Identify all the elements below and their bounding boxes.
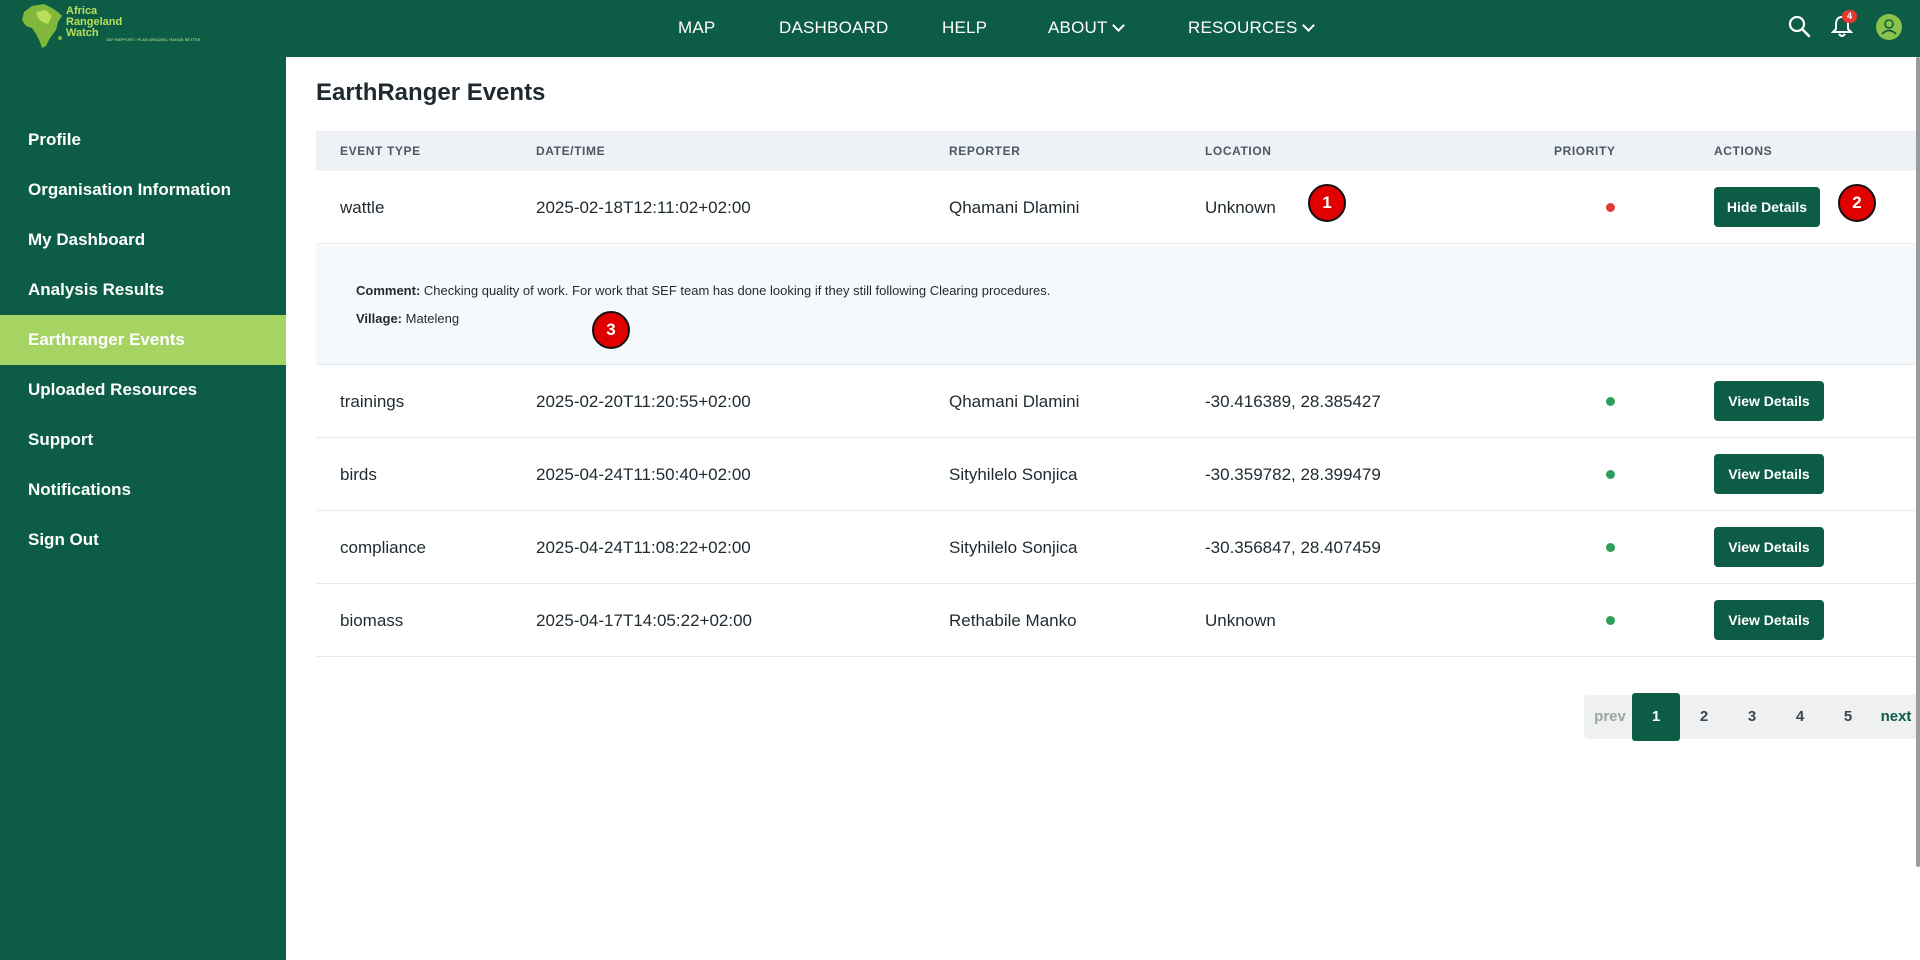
nav-about-label: ABOUT: [1048, 18, 1108, 37]
cell-reporter: Sityhilelo Sonjica: [949, 465, 1078, 484]
detail-comment: Comment: Checking quality of work. For w…: [356, 283, 1050, 298]
main-content: EarthRanger Events EVENT TYPE DATE/TIME …: [286, 57, 1920, 960]
sidebar-item-analysis-results[interactable]: Analysis Results: [0, 265, 286, 315]
notification-count-badge: 4: [1842, 10, 1857, 23]
cell-location: -30.359782, 28.399479: [1205, 465, 1381, 484]
cell-event-type: wattle: [340, 198, 385, 217]
search-icon[interactable]: [1787, 14, 1811, 43]
column-header-actions: ACTIONS: [1714, 144, 1773, 158]
chevron-down-icon: [1301, 19, 1315, 32]
top-navbar: Africa Rangeland Watch SEF RAPPORT / PLA…: [0, 0, 1920, 57]
table-row: birds 2025-04-24T11:50:40+02:00 Sityhile…: [316, 438, 1920, 511]
cell-datetime: 2025-04-24T11:08:22+02:00: [536, 538, 751, 557]
priority-dot: [1606, 203, 1615, 212]
nav-resources[interactable]: RESOURCES: [1188, 18, 1315, 38]
hide-details-button[interactable]: Hide Details: [1714, 187, 1820, 227]
cell-location: -30.356847, 28.407459: [1205, 538, 1381, 557]
column-header-location: LOCATION: [1205, 144, 1272, 158]
brand-tagline: SEF RAPPORT / PLAN GRAZING, RANGE BETTER: [106, 37, 201, 42]
nav-map[interactable]: MAP: [678, 18, 715, 38]
cell-datetime: 2025-04-17T14:05:22+02:00: [536, 611, 752, 630]
pagination: prev 1 2 3 4 5 next: [1584, 693, 1920, 741]
detail-village: Village: Mateleng: [356, 311, 459, 326]
sidebar-item-sign-out[interactable]: Sign Out: [0, 515, 286, 565]
event-details-panel: Comment: Checking quality of work. For w…: [316, 245, 1920, 365]
column-header-priority: PRIORITY: [1554, 144, 1616, 158]
view-details-button[interactable]: View Details: [1714, 600, 1824, 640]
table-row: compliance 2025-04-24T11:08:22+02:00 Sit…: [316, 511, 1920, 584]
view-details-button[interactable]: View Details: [1714, 454, 1824, 494]
chevron-down-icon: [1111, 19, 1125, 32]
table-header: EVENT TYPE DATE/TIME REPORTER LOCATION P…: [316, 131, 1920, 171]
detail-village-value: Mateleng: [405, 311, 460, 326]
cell-location: Unknown: [1205, 611, 1276, 630]
brand-name: Africa Rangeland Watch: [66, 6, 122, 39]
detail-village-label: Village:: [356, 311, 403, 326]
sidebar-item-notifications[interactable]: Notifications: [0, 465, 286, 515]
brand-logo[interactable]: Africa Rangeland Watch SEF RAPPORT / PLA…: [18, 2, 203, 50]
nav-dashboard-label: DASHBOARD: [779, 18, 889, 37]
priority-dot: [1606, 616, 1615, 625]
cell-location: Unknown: [1205, 198, 1276, 217]
pagination-next[interactable]: next: [1874, 695, 1918, 739]
pagination-prev[interactable]: prev: [1590, 695, 1630, 739]
sidebar-item-earthranger-events[interactable]: Earthranger Events: [0, 315, 286, 365]
pagination-page-5[interactable]: 5: [1824, 695, 1872, 739]
annotation-marker-3: 3: [592, 311, 630, 349]
user-icon: [1881, 19, 1897, 35]
cell-reporter: Sityhilelo Sonjica: [949, 538, 1078, 557]
table-row: biomass 2025-04-17T14:05:22+02:00 Rethab…: [316, 584, 1920, 657]
cell-reporter: Qhamani Dlamini: [949, 198, 1080, 217]
nav-about[interactable]: ABOUT: [1048, 18, 1125, 38]
sidebar-item-uploaded-resources[interactable]: Uploaded Resources: [0, 365, 286, 415]
view-details-button[interactable]: View Details: [1714, 527, 1824, 567]
column-header-reporter: REPORTER: [949, 144, 1021, 158]
cell-event-type: biomass: [340, 611, 404, 630]
page-scrollbar[interactable]: [1916, 57, 1920, 867]
pagination-page-4[interactable]: 4: [1776, 695, 1824, 739]
pagination-page-2[interactable]: 2: [1680, 695, 1728, 739]
sidebar-item-organisation-information[interactable]: Organisation Information: [0, 165, 286, 215]
nav-help[interactable]: HELP: [942, 18, 987, 38]
sidebar-item-profile[interactable]: Profile: [0, 115, 286, 165]
sidebar: Profile Organisation Information My Dash…: [0, 57, 286, 960]
nav-help-label: HELP: [942, 18, 988, 37]
detail-comment-label: Comment:: [356, 283, 421, 298]
view-details-button[interactable]: View Details: [1714, 381, 1824, 421]
cell-event-type: trainings: [340, 392, 405, 411]
cell-event-type: birds: [340, 465, 377, 484]
detail-comment-value: Checking quality of work. For work that …: [423, 283, 1051, 298]
annotation-marker-1: 1: [1308, 184, 1346, 222]
table-row: wattle 2025-02-18T12:11:02+02:00 Qhamani…: [316, 171, 1920, 244]
nav-map-label: MAP: [678, 18, 716, 37]
column-header-event-type: EVENT TYPE: [340, 144, 421, 158]
column-header-datetime: DATE/TIME: [536, 144, 606, 158]
nav-dashboard[interactable]: DASHBOARD: [779, 18, 889, 38]
sidebar-item-support[interactable]: Support: [0, 415, 286, 465]
pagination-page-1[interactable]: 1: [1632, 693, 1680, 741]
sidebar-item-my-dashboard[interactable]: My Dashboard: [0, 215, 286, 265]
cell-event-type: compliance: [340, 538, 426, 557]
priority-dot: [1606, 470, 1615, 479]
cell-reporter: Qhamani Dlamini: [949, 392, 1080, 411]
table-row: trainings 2025-02-20T11:20:55+02:00 Qham…: [316, 365, 1920, 438]
priority-dot: [1606, 397, 1615, 406]
page-title: EarthRanger Events: [316, 79, 546, 106]
user-avatar[interactable]: [1876, 14, 1902, 40]
africa-map-icon: [22, 4, 62, 48]
cell-datetime: 2025-02-18T12:11:02+02:00: [536, 198, 751, 217]
cell-location: -30.416389, 28.385427: [1205, 392, 1381, 411]
priority-dot: [1606, 543, 1615, 552]
cell-datetime: 2025-02-20T11:20:55+02:00: [536, 392, 751, 411]
nav-resources-label: RESOURCES: [1188, 18, 1298, 37]
annotation-marker-2: 2: [1838, 184, 1876, 222]
cell-datetime: 2025-04-24T11:50:40+02:00: [536, 465, 751, 484]
pagination-page-3[interactable]: 3: [1728, 695, 1776, 739]
cell-reporter: Rethabile Manko: [949, 611, 1077, 630]
